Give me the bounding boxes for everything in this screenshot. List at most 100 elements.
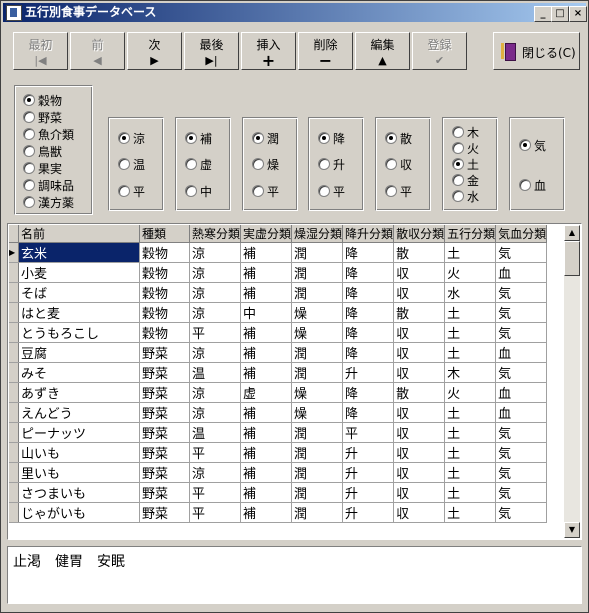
table-cell[interactable]: 気 (495, 502, 548, 523)
disperse-option-1[interactable]: 収 (385, 158, 412, 172)
table-cell[interactable]: 潤 (291, 462, 344, 483)
table-cell[interactable]: 収 (393, 502, 446, 523)
table-row[interactable]: 里いも 野菜涼補潤升収土気 (9, 462, 548, 483)
table-cell[interactable]: 土 (444, 402, 497, 423)
table-cell[interactable]: 収 (393, 422, 446, 443)
table-row[interactable]: あずき 野菜涼虚燥降散火血 (9, 382, 548, 403)
disperse-option-2[interactable]: 平 (385, 185, 412, 199)
table-cell[interactable]: 土 (444, 462, 497, 483)
table-cell[interactable]: 潤 (291, 262, 344, 283)
table-cell[interactable]: 潤 (291, 502, 344, 523)
table-cell[interactable]: 補 (240, 362, 293, 383)
table-cell[interactable]: 散 (393, 242, 446, 263)
close-window-button[interactable]: × (569, 6, 587, 22)
category-option-6[interactable]: 漢方薬 (23, 196, 74, 210)
table-cell[interactable]: 平 (189, 502, 242, 523)
table-cell[interactable]: じゃがいも (18, 502, 140, 523)
table-cell[interactable]: 潤 (291, 342, 344, 363)
table-row[interactable]: 山いも 野菜平補潤升収土気 (9, 442, 548, 463)
delete-button[interactable]: 削除 − (298, 32, 353, 70)
insert-button[interactable]: 挿入 + (241, 32, 296, 70)
table-cell[interactable]: ピーナッツ (18, 422, 140, 443)
table-cell[interactable]: 血 (495, 382, 548, 403)
table-cell[interactable]: 気 (495, 462, 548, 483)
table-cell[interactable]: 升 (342, 502, 395, 523)
table-cell[interactable]: 収 (393, 442, 446, 463)
column-header[interactable]: 散収分類 (393, 225, 446, 243)
disperse-option-0[interactable]: 散 (385, 132, 412, 146)
table-cell[interactable]: 降 (342, 242, 395, 263)
column-header[interactable]: 降升分類 (342, 225, 395, 243)
category-option-5[interactable]: 調味品 (23, 179, 74, 193)
table-cell[interactable]: 野菜 (139, 342, 190, 363)
edit-button[interactable]: 編集 ▲ (355, 32, 410, 70)
column-header[interactable]: 気血分類 (495, 225, 548, 243)
next-record-button[interactable]: 次 ▶ (127, 32, 182, 70)
table-cell[interactable]: 山いも (18, 442, 140, 463)
table-cell[interactable]: 土 (444, 482, 497, 503)
scroll-down-icon[interactable]: ▼ (564, 522, 580, 538)
table-cell[interactable]: 収 (393, 462, 446, 483)
row-indicator[interactable] (9, 302, 19, 323)
table-cell[interactable]: 収 (393, 322, 446, 343)
current-row-pointer-icon[interactable]: ▶ (9, 242, 19, 263)
table-cell[interactable]: 収 (393, 262, 446, 283)
table-cell[interactable]: 中 (240, 302, 293, 323)
table-cell[interactable]: 気 (495, 482, 548, 503)
table-cell[interactable]: 野菜 (139, 462, 190, 483)
title-bar[interactable]: 五行別食事データベース _ □ × (3, 3, 587, 22)
row-indicator[interactable] (9, 442, 19, 463)
table-cell[interactable]: 温 (189, 422, 242, 443)
table-cell[interactable]: 血 (495, 342, 548, 363)
column-header[interactable]: 実虚分類 (240, 225, 293, 243)
maximize-button[interactable]: □ (551, 6, 569, 22)
table-cell[interactable]: 補 (240, 502, 293, 523)
table-row[interactable]: さつまいも 野菜平補潤升収土気 (9, 482, 548, 503)
row-indicator[interactable] (9, 482, 19, 503)
table-cell[interactable]: 補 (240, 402, 293, 423)
category-option-0[interactable]: 穀物 (23, 94, 62, 108)
table-cell[interactable]: 木 (444, 362, 497, 383)
table-cell[interactable]: 燥 (291, 302, 344, 323)
five-option-4[interactable]: 水 (452, 190, 479, 204)
row-indicator[interactable] (9, 322, 19, 343)
table-cell[interactable]: 小麦 (18, 262, 140, 283)
table-cell[interactable]: 潤 (291, 242, 344, 263)
table-row[interactable]: 豆腐 野菜涼補潤降収土血 (9, 342, 548, 363)
table-cell[interactable]: 血 (495, 402, 548, 423)
table-cell[interactable]: 気 (495, 422, 548, 443)
table-cell[interactable]: 降 (342, 342, 395, 363)
category-option-2[interactable]: 魚介類 (23, 128, 74, 142)
table-cell[interactable]: 潤 (291, 442, 344, 463)
table-cell[interactable]: はと麦 (18, 302, 140, 323)
column-header[interactable]: 名前 (18, 225, 140, 243)
prev-record-button[interactable]: 前 ◀ (70, 32, 125, 70)
table-cell[interactable]: 燥 (291, 402, 344, 423)
category-option-4[interactable]: 果実 (23, 162, 62, 176)
row-indicator[interactable] (9, 402, 19, 423)
table-row[interactable]: ピーナッツ 野菜温補潤平収土気 (9, 422, 548, 443)
table-cell[interactable]: 平 (342, 422, 395, 443)
table-cell[interactable]: 補 (240, 442, 293, 463)
table-cell[interactable]: 気 (495, 242, 548, 263)
table-cell[interactable]: 野菜 (139, 422, 190, 443)
row-indicator[interactable] (9, 262, 19, 283)
rise-option-2[interactable]: 平 (318, 185, 345, 199)
table-cell[interactable]: 升 (342, 482, 395, 503)
column-header[interactable]: 五行分類 (444, 225, 497, 243)
table-cell[interactable]: 升 (342, 442, 395, 463)
rise-option-1[interactable]: 升 (318, 158, 345, 172)
table-cell[interactable]: 血 (495, 262, 548, 283)
qi-option-0[interactable]: 気 (519, 139, 546, 153)
moist-option-0[interactable]: 潤 (252, 132, 279, 146)
table-cell[interactable]: 散 (393, 382, 446, 403)
table-cell[interactable]: 補 (240, 262, 293, 283)
table-cell[interactable]: 涼 (189, 302, 242, 323)
table-cell[interactable]: 穀物 (139, 302, 190, 323)
table-cell[interactable]: 収 (393, 282, 446, 303)
memo-field[interactable]: 止渇 健胃 安眠 (7, 546, 582, 604)
scroll-thumb[interactable] (564, 241, 580, 276)
column-header[interactable]: 熱寒分類 (189, 225, 242, 243)
category-option-3[interactable]: 鳥獣 (23, 145, 62, 159)
table-cell[interactable]: 温 (189, 362, 242, 383)
